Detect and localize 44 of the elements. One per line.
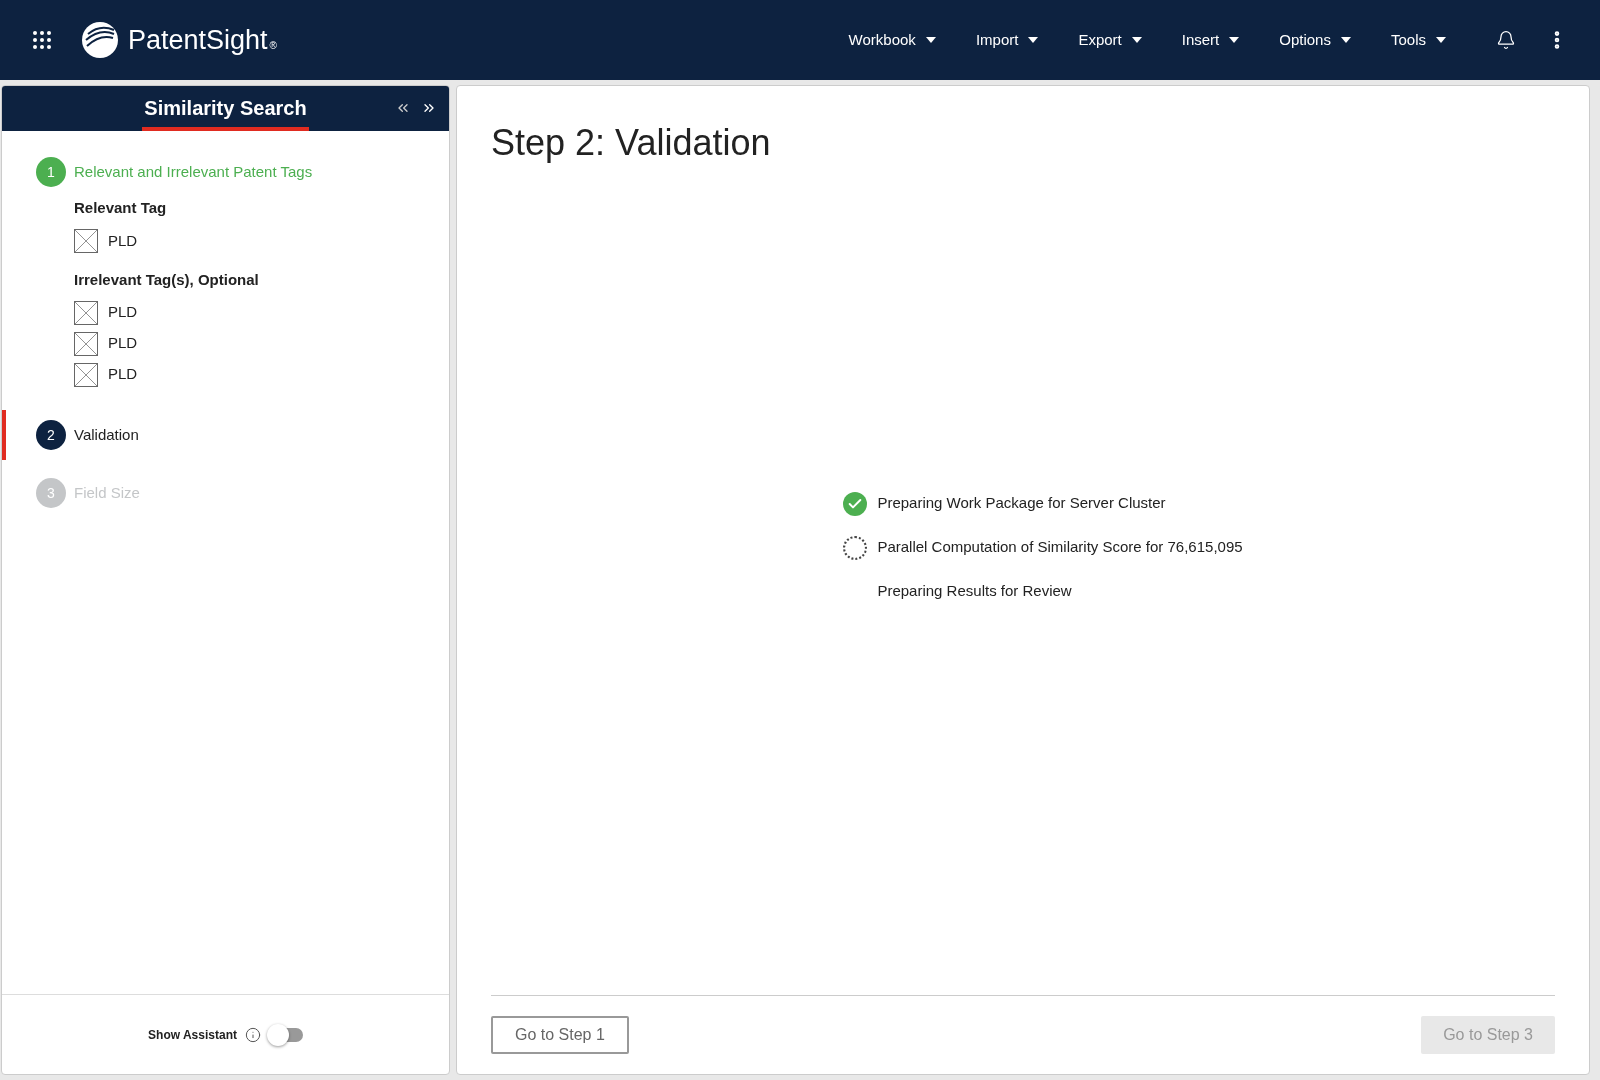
- broken-image-icon: [74, 331, 98, 356]
- step-item[interactable]: 2 Validation: [2, 410, 449, 460]
- caret-icon: [925, 37, 936, 43]
- progress-step-label: Preparing Work Package for Server Cluster: [877, 493, 1166, 514]
- caret-icon: [1436, 37, 1446, 43]
- broken-image-icon: [74, 300, 98, 325]
- caret-icon: [1131, 37, 1142, 43]
- tag-group-heading: Relevant Tag: [74, 198, 168, 218]
- menu-button[interactable]: Import: [955, 22, 1059, 58]
- tag-label: PLD: [108, 230, 138, 251]
- menu-button[interactable]: Insert: [1161, 22, 1260, 58]
- caret-icon: [1028, 37, 1039, 43]
- broken-image-icon: [74, 362, 98, 387]
- menu-button[interactable]: Options: [1259, 22, 1371, 58]
- menu-button[interactable]: Export: [1058, 22, 1162, 58]
- check-icon: [843, 491, 868, 516]
- progress-step-label: Parallel Computation of Similarity Score for 76,615,095: [877, 537, 1243, 558]
- caret-icon: [1340, 37, 1351, 43]
- menu-button[interactable]: Workbook: [828, 22, 956, 58]
- tag-label: PLD: [108, 333, 138, 354]
- assistant-label: Show Assistant: [148, 1026, 237, 1044]
- menu-button[interactable]: Tools: [1370, 22, 1466, 58]
- registered-mark: ®: [269, 38, 277, 53]
- info-icon[interactable]: [244, 1026, 261, 1043]
- sidebar-title: Similarity Search: [142, 86, 309, 131]
- step-button[interactable]: Go to Step 1: [491, 1016, 629, 1054]
- tag-label: PLD: [108, 364, 138, 385]
- step-number: 2: [36, 420, 66, 450]
- tag-label: PLD: [108, 302, 138, 323]
- step-label: Field Size: [74, 482, 140, 503]
- step-number: 3: [36, 478, 66, 508]
- progress-step-label: Preparing Results for Review: [877, 581, 1072, 602]
- caret-icon: [1229, 37, 1240, 43]
- tag-group-heading: Irrelevant Tag(s), Optional: [74, 269, 260, 290]
- step-number: 1: [36, 157, 66, 187]
- step-label: Validation: [74, 424, 139, 445]
- step-label: Relevant and Irrelevant Patent Tags: [74, 161, 313, 182]
- broken-image-icon: [74, 229, 98, 253]
- spinner-icon: [843, 535, 868, 560]
- notification-bell-icon[interactable]: [1496, 30, 1516, 50]
- page-title: Step 2: Validation: [491, 121, 772, 165]
- logo-icon: [80, 20, 120, 60]
- brand-name: PatentSight: [128, 23, 268, 57]
- app-grid-icon[interactable]: [32, 30, 52, 50]
